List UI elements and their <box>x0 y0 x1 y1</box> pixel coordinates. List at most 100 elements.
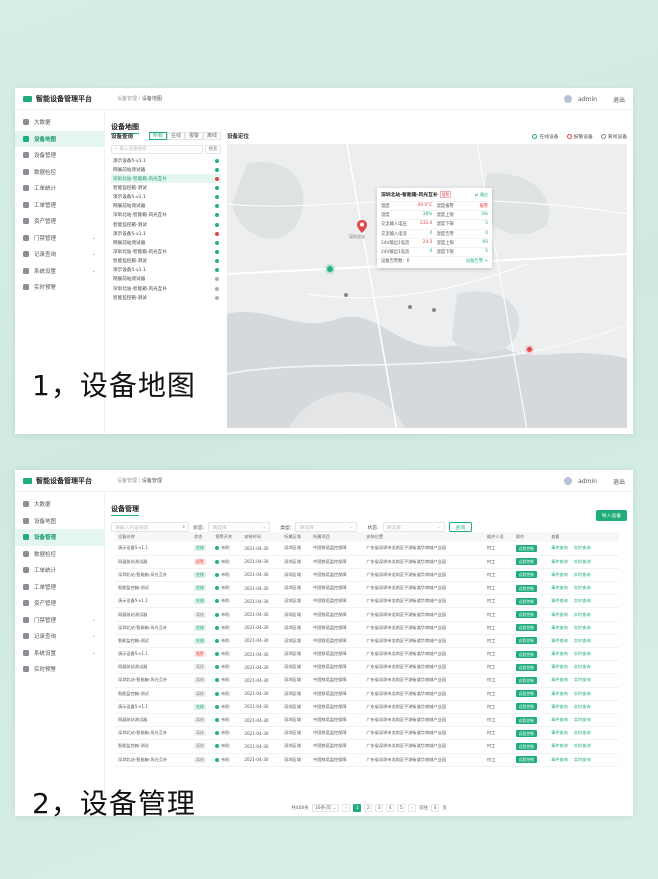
online-device-marker[interactable] <box>327 266 333 272</box>
event-query-link[interactable]: 事件查询 <box>551 612 568 617</box>
device-name-cell[interactable]: 演示设备5-v1.1 <box>115 542 192 556</box>
alarm-switch-cell[interactable]: 布防 <box>212 555 242 569</box>
popup-alarm-link[interactable]: 设备告警 > <box>466 258 488 264</box>
alarm-switch-cell[interactable]: 布防 <box>212 753 242 767</box>
remote-control-button[interactable]: 远程控制 <box>515 742 537 750</box>
device-list-item[interactable]: 网展前站测试器 <box>111 202 221 211</box>
device-list-item[interactable]: 演示设备5-v1.1 <box>111 266 221 275</box>
remote-control-button[interactable]: 远程控制 <box>515 597 537 605</box>
import-device-button[interactable]: 导入设备 <box>595 510 627 521</box>
sidebar-item-device[interactable]: 设备管理 <box>15 529 104 546</box>
event-query-link[interactable]: 事件查询 <box>551 704 568 709</box>
remote-control-button[interactable]: 远程控制 <box>515 611 537 619</box>
tab-offline[interactable]: 离线 <box>202 132 221 140</box>
legend-alarm[interactable]: 报警设备 <box>566 133 593 140</box>
column-header[interactable]: 所属项目 <box>310 532 364 542</box>
sidebar-item-monitor[interactable]: 数据检控 <box>15 546 104 563</box>
sidebar-item-ticket[interactable]: 工单管理 <box>15 197 104 214</box>
realtime-query-link[interactable]: 实时查询 <box>574 651 591 656</box>
sidebar-item-chart[interactable]: 工单统计 <box>15 180 104 197</box>
sidebar-item-device[interactable]: 设备管理 <box>15 147 104 164</box>
remote-control-button[interactable]: 远程控制 <box>515 637 537 645</box>
alarm-switch-cell[interactable]: 布防 <box>212 660 242 675</box>
device-list-item[interactable]: 智能监控箱-测试 <box>111 220 221 229</box>
device-name-cell[interactable]: 网展前站测试器 <box>115 660 192 675</box>
device-name-cell[interactable]: 智能监控箱-测试 <box>115 581 192 596</box>
sidebar-item-map[interactable]: 设备地图 <box>15 513 104 530</box>
app-logo[interactable]: 智能设备管理平台 <box>23 476 111 486</box>
breadcrumb-root[interactable]: 设备管理 <box>117 96 137 102</box>
legend-online[interactable]: 在线设备 <box>532 133 559 140</box>
device-list-item[interactable]: 深圳北站-智能箱-风光互补 <box>111 211 221 220</box>
alarm-switch-cell[interactable]: 布防 <box>212 542 242 556</box>
device-name-cell[interactable]: 深圳北站-智能箱-风光互补 <box>115 673 192 688</box>
sidebar-item-door[interactable]: 门禁管理 ⌄ <box>15 612 104 629</box>
device-name-cell[interactable]: 深圳北站-智能箱-风光互补 <box>115 621 192 635</box>
sidebar-item-alert[interactable]: 实时预警 <box>15 661 104 678</box>
app-logo[interactable]: 智能设备管理平台 <box>23 94 111 104</box>
realtime-query-link[interactable]: 实时查询 <box>574 612 591 617</box>
sidebar-item-monitor[interactable]: 数据检控 <box>15 164 104 181</box>
device-name-cell[interactable]: 网展前站测试器 <box>115 713 192 728</box>
realtime-query-link[interactable]: 实时查询 <box>574 559 591 564</box>
column-header[interactable]: 维护人员 <box>483 532 513 542</box>
page-5[interactable]: 5 <box>397 804 406 812</box>
event-query-link[interactable]: 事件查询 <box>551 717 568 722</box>
device-list-item[interactable]: 智能监控箱-测试 <box>111 257 221 266</box>
event-query-link[interactable]: 事件查询 <box>551 757 568 762</box>
legend-offline[interactable]: 离线设备 <box>600 133 627 140</box>
map-pin-icon[interactable] <box>357 220 367 233</box>
remote-control-button[interactable]: 远程控制 <box>515 558 537 566</box>
remote-control-button[interactable]: 远程控制 <box>515 703 537 711</box>
alarm-switch-cell[interactable]: 布防 <box>212 673 242 688</box>
event-query-link[interactable]: 事件查询 <box>551 545 568 550</box>
avatar[interactable] <box>564 477 573 485</box>
page-3[interactable]: 3 <box>375 804 384 812</box>
realtime-query-link[interactable]: 实时查询 <box>574 598 591 603</box>
device-list-item[interactable]: 演示设备5-v1.1 <box>111 193 221 202</box>
sidebar-item-settings[interactable]: 系统设置 ⌄ <box>15 263 104 280</box>
event-query-link[interactable]: 事件查询 <box>551 598 568 603</box>
device-list-item[interactable]: 智能监控箱-测试 <box>111 183 221 192</box>
sidebar-item-ticket[interactable]: 工单管理 <box>15 579 104 596</box>
sidebar-item-asset[interactable]: 资产管理 <box>15 595 104 612</box>
filter-type-select[interactable]: 请选择 ⌄ <box>295 522 358 532</box>
device-name-cell[interactable]: 深圳北站-智能箱-风光互补 <box>115 726 192 741</box>
tab-all[interactable]: 所有 <box>148 132 167 140</box>
sidebar-item-alert[interactable]: 实时预警 <box>15 279 104 296</box>
column-header[interactable]: 安装位置 <box>363 532 484 542</box>
remote-control-button[interactable]: 远程控制 <box>515 729 537 737</box>
sidebar-item-asset[interactable]: 资产管理 <box>15 213 104 230</box>
avatar[interactable] <box>564 95 573 103</box>
prev-page-button[interactable]: ‹ <box>342 804 351 812</box>
realtime-query-link[interactable]: 实时查询 <box>574 625 591 630</box>
filter-state-select[interactable]: 请选择 ⌄ <box>382 522 445 532</box>
realtime-query-link[interactable]: 实时查询 <box>574 717 591 722</box>
page-1[interactable]: 1 <box>353 804 362 812</box>
logout-link[interactable]: 退出 <box>613 477 625 486</box>
device-name-cell[interactable]: 演示设备5-v1.1 <box>115 594 192 609</box>
realtime-query-link[interactable]: 实时查询 <box>574 757 591 762</box>
alarm-switch-cell[interactable]: 布防 <box>212 739 242 754</box>
event-query-link[interactable]: 事件查询 <box>551 730 568 735</box>
filter-status-select[interactable]: 请选择 ⌄ <box>208 522 271 532</box>
column-header[interactable]: 查看 <box>548 532 619 542</box>
event-query-link[interactable]: 事件查询 <box>551 572 568 577</box>
username[interactable]: admin <box>578 478 597 485</box>
realtime-query-link[interactable]: 实时查询 <box>574 691 591 696</box>
event-query-link[interactable]: 事件查询 <box>551 638 568 643</box>
sidebar-item-record[interactable]: 记录查询 ⌄ <box>15 628 104 645</box>
device-name-cell[interactable]: 智能监控箱-测试 <box>115 687 192 701</box>
device-list-item[interactable]: 网展前站测试器 <box>111 238 221 247</box>
tab-online[interactable]: 在线 <box>166 132 185 140</box>
device-name-cell[interactable]: 深圳北站-智能箱-风光互补 <box>115 753 192 767</box>
next-page-button[interactable]: › <box>408 804 417 812</box>
offline-device-marker[interactable] <box>432 308 436 312</box>
column-header[interactable]: 报警开关 <box>212 532 242 542</box>
device-list-item[interactable]: 深圳北站-智能箱-风光互补 <box>111 174 221 184</box>
tab-alarm[interactable]: 报警 <box>184 132 203 140</box>
alarm-device-marker[interactable] <box>527 347 532 352</box>
device-list-item[interactable]: 智能监控箱-测试 <box>111 293 221 302</box>
remote-control-button[interactable]: 远程控制 <box>515 690 537 698</box>
column-header[interactable]: 所属区域 <box>281 532 310 542</box>
